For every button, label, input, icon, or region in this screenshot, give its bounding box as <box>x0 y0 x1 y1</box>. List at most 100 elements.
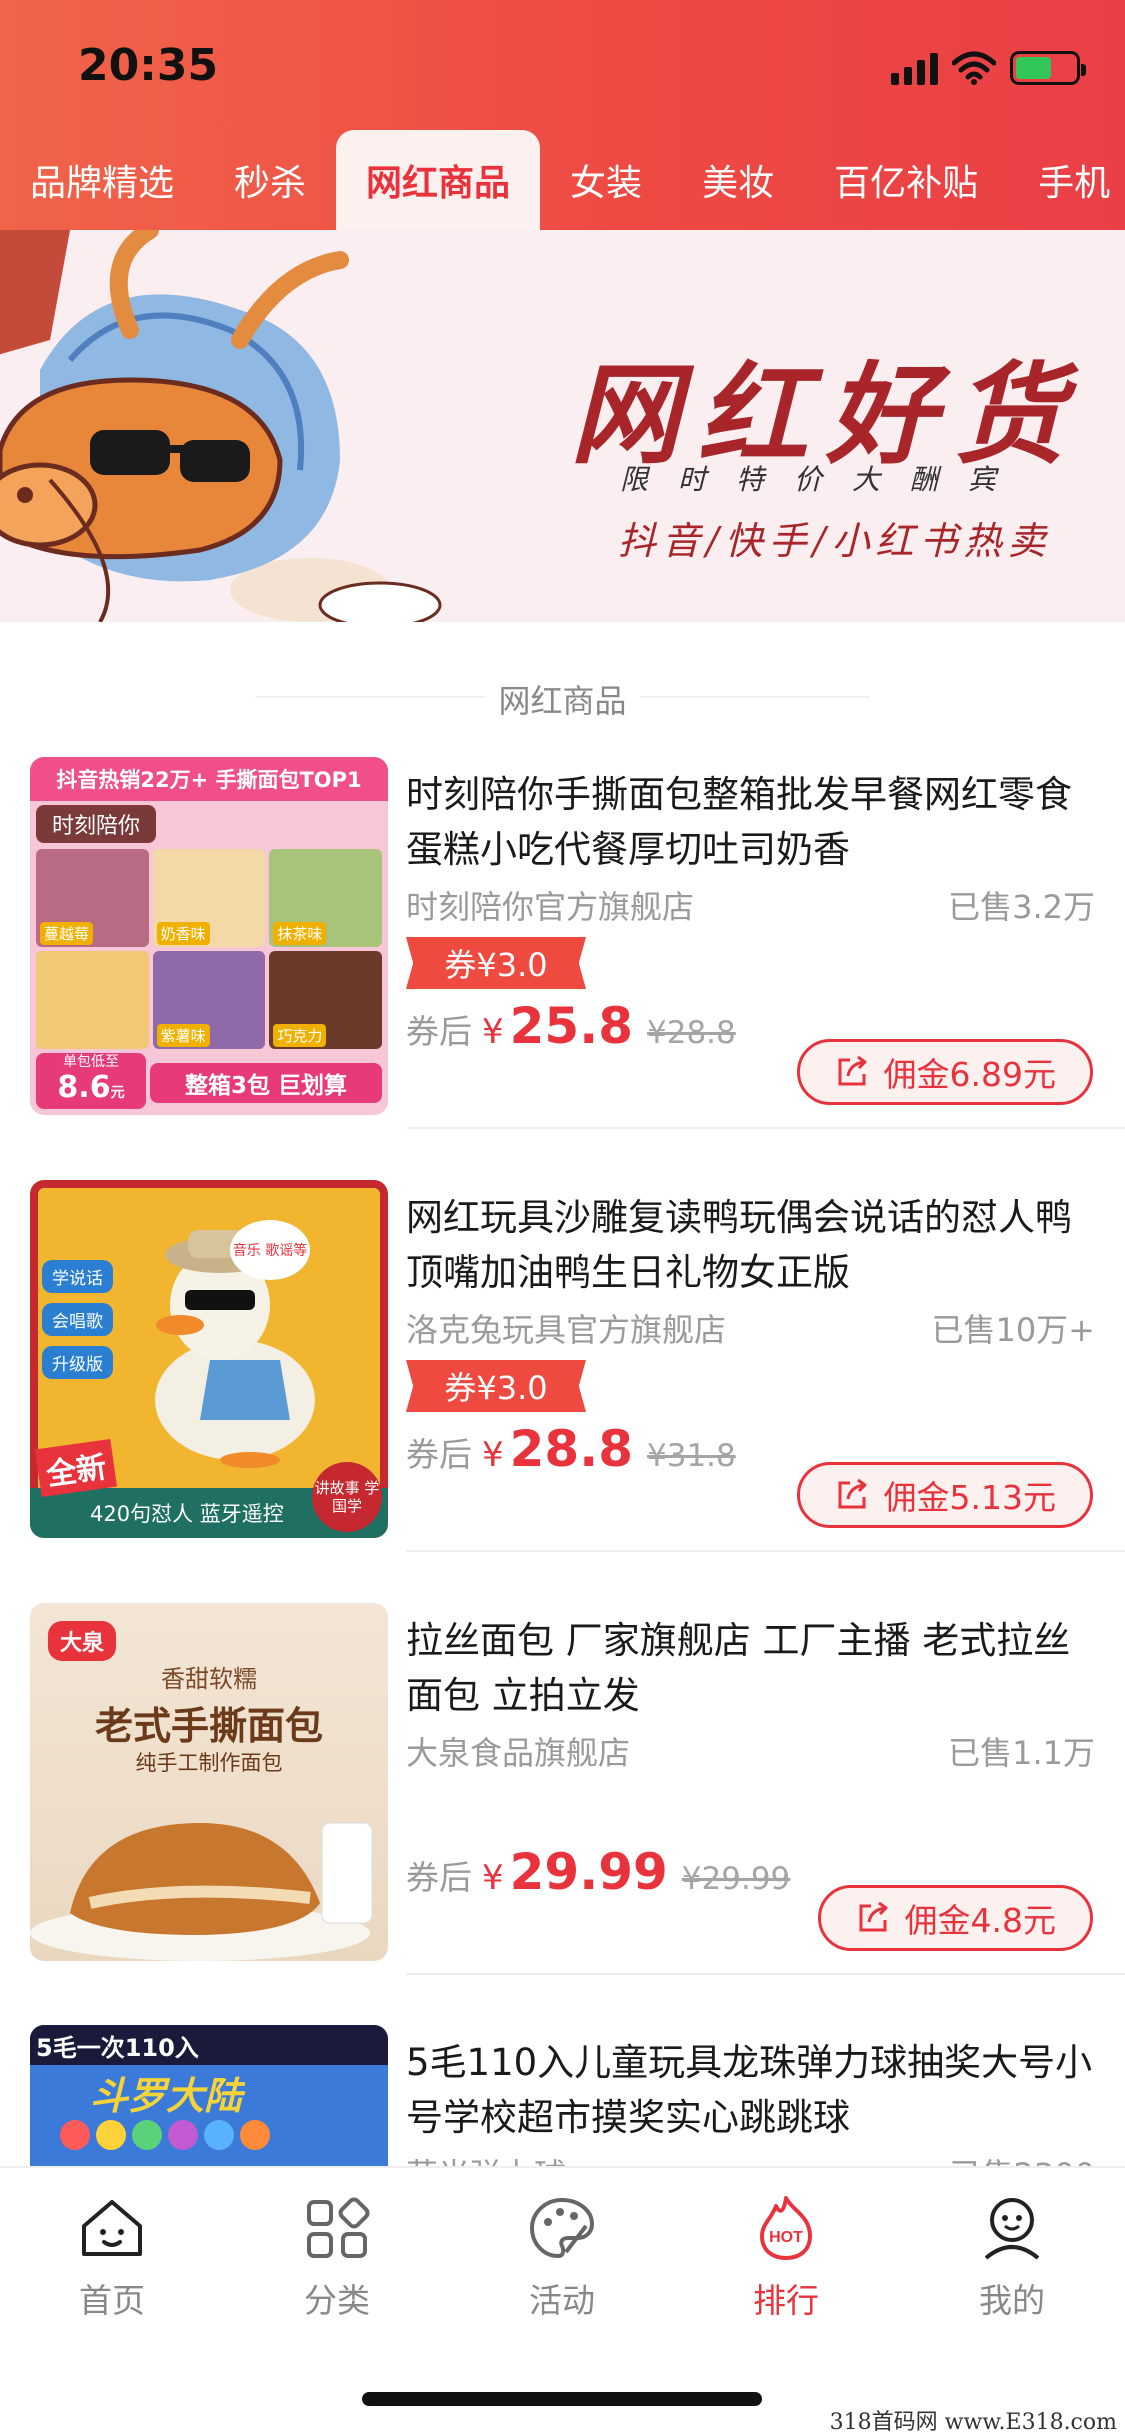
sold-count: 已售3.2万 <box>948 888 1095 926</box>
tab-trending-products[interactable]: 网红商品 <box>336 130 541 230</box>
dragon-illustration <box>0 230 442 622</box>
commission-share-button[interactable]: 佣金5.13元 <box>796 1462 1093 1528</box>
section-divider-right <box>640 696 870 698</box>
product-title[interactable]: 时刻陪你手撕面包整箱批发早餐网红零食蛋糕小吃代餐厚切吐司奶香 <box>406 767 1096 877</box>
nav-activity[interactable]: 活动 <box>482 2192 642 2322</box>
tab-beauty[interactable]: 美妆 <box>672 130 804 230</box>
shop-name: 洛克兔玩具官方旗舰店 <box>406 1311 727 1349</box>
nav-label: 排行 <box>753 2281 819 2320</box>
thumb-bottom-text: 420句怼人 蓝牙遥控 <box>90 1502 284 1526</box>
commission-share-button[interactable]: 佣金6.89元 <box>796 1039 1093 1105</box>
status-time: 20:35 <box>78 40 219 91</box>
product-image[interactable]: 学说话 会唱歌 升级版 音乐 歌谣等 全新 420句怼人 蓝牙遥控 讲故事 学国… <box>30 1180 388 1538</box>
product-card[interactable]: 学说话 会唱歌 升级版 音乐 歌谣等 全新 420句怼人 蓝牙遥控 讲故事 学国… <box>0 1180 1125 1580</box>
price-row: 券后 ¥ 25.8 ¥28.8 <box>406 997 736 1055</box>
corner-badge: 讲故事 学国学 <box>312 1462 382 1532</box>
tab-womens-clothing[interactable]: 女装 <box>540 130 672 230</box>
tab-flash-sale[interactable]: 秒杀 <box>204 130 336 230</box>
thumb-top-banner: 抖音热销22万+ 手撕面包TOP1 <box>30 757 388 801</box>
promo-left-label: 单包低至 <box>63 1054 119 1070</box>
product-divider <box>406 1127 1125 1129</box>
flavor-label: 紫薯味 <box>156 1024 210 1047</box>
price-row: 券后 ¥ 28.8 ¥31.8 <box>406 1420 736 1478</box>
section-header: 网红商品 <box>0 660 1125 730</box>
final-price: 29.99 <box>509 1843 668 1901</box>
hot-ranking-icon: HOT <box>760 2196 812 2260</box>
commission-label: 佣金4.8元 <box>904 1901 1056 1940</box>
product-title[interactable]: 拉丝面包 厂家旗舰店 工厂主播 老式拉丝面包 立拍立发 <box>406 1613 1096 1723</box>
thumb-line3: 纯手工制作面包 <box>135 1751 283 1775</box>
thumb-brand: 时刻陪你 <box>36 805 156 843</box>
svg-text:HOT: HOT <box>769 2229 803 2246</box>
price-label: 券后 <box>406 1858 472 1897</box>
currency-symbol: ¥ <box>482 1435 504 1475</box>
currency-symbol: ¥ <box>482 1858 504 1898</box>
price-label: 券后 <box>406 1435 472 1474</box>
final-price: 28.8 <box>509 1420 634 1478</box>
nav-label: 分类 <box>304 2281 370 2320</box>
commission-label: 佣金6.89元 <box>883 1055 1056 1094</box>
tab-phones[interactable]: 手机 <box>1008 130 1125 230</box>
shop-name: 荣光弹力球 <box>406 2150 566 2166</box>
banner-tagline: 抖音/快手/小红书热卖 <box>618 519 1052 563</box>
wifi-icon <box>952 51 996 85</box>
promo-unit: 元 <box>110 1085 125 1101</box>
original-price: ¥28.8 <box>647 1015 736 1051</box>
flavor-label: 抹茶味 <box>273 922 327 945</box>
signal-icon <box>891 51 938 85</box>
nav-label: 活动 <box>529 2281 595 2320</box>
header: 20:35 品牌精选 秒杀 网红商品 女装 美妆 百亿补贴 手机 <box>0 0 1125 230</box>
product-image[interactable]: 抖音热销22万+ 手撕面包TOP1 时刻陪你 蔓越莓 奶香味 抹茶味 紫薯味 巧… <box>30 757 388 1115</box>
flavor-label: 奶香味 <box>156 922 210 945</box>
thumb-title: 斗罗大陆 <box>90 2074 243 2118</box>
shop-name: 大泉食品旗舰店 <box>406 1734 631 1772</box>
flavor-label: 巧克力 <box>273 1024 327 1047</box>
final-price: 25.8 <box>509 997 634 1055</box>
sold-count: 已售1.1万 <box>948 1734 1095 1772</box>
currency-symbol: ¥ <box>482 1012 504 1052</box>
status-icons <box>891 48 1086 88</box>
tab-subsidy[interactable]: 百亿补贴 <box>804 130 1008 230</box>
product-image[interactable]: 大泉 香甜软糯 老式手撕面包 纯手工制作面包 <box>30 1603 388 1961</box>
category-tabs: 品牌精选 秒杀 网红商品 女装 美妆 百亿补贴 手机 <box>0 130 1125 230</box>
product-card[interactable]: 5毛一次110入 斗罗大陆 5毛110入儿童玩具龙珠弹力球抽奖大号小号学校超市摸… <box>0 2025 1125 2166</box>
palette-icon <box>529 2197 595 2259</box>
nav-category[interactable]: 分类 <box>257 2192 417 2322</box>
sold-count: 已售10万+ <box>931 1311 1095 1349</box>
bread-photo <box>30 1822 373 1961</box>
product-title[interactable]: 网红玩具沙雕复读鸭玩偶会说话的怼人鸭顶嘴加油鸭生日礼物女正版 <box>406 1190 1096 1300</box>
commission-label: 佣金5.13元 <box>883 1478 1056 1517</box>
original-price: ¥31.8 <box>647 1438 736 1474</box>
coupon-badge: 券¥3.0 <box>406 1360 586 1412</box>
speech-bubble: 音乐 歌谣等 <box>230 1220 310 1280</box>
product-divider <box>406 1550 1125 1552</box>
section-title: 网红商品 <box>498 682 627 720</box>
watermark: 318首码网 www.E318.com <box>829 2410 1117 2435</box>
share-icon <box>838 1055 867 1086</box>
home-face-icon <box>82 2200 142 2256</box>
nav-label: 首页 <box>79 2281 145 2320</box>
product-title[interactable]: 5毛110入儿童玩具龙珠弹力球抽奖大号小号学校超市摸奖实心跳跳球 <box>406 2035 1096 2145</box>
shop-name: 时刻陪你官方旗舰店 <box>406 888 695 926</box>
nav-home[interactable]: 首页 <box>32 2192 192 2322</box>
app-screen: 20:35 品牌精选 秒杀 网红商品 女装 美妆 百亿补贴 手机 网红好货 限时… <box>0 0 1125 2436</box>
original-price: ¥29.99 <box>681 1861 791 1897</box>
flavor-label: 蔓越莓 <box>40 922 94 945</box>
nav-ranking[interactable]: HOT 排行 <box>706 2192 866 2322</box>
promo-right-label: 整箱3包 巨划算 <box>150 1063 382 1103</box>
price-row: 券后 ¥ 29.99 ¥29.99 <box>406 1843 790 1901</box>
thumb-line2: 老式手撕面包 <box>94 1704 323 1748</box>
tab-brand-picks[interactable]: 品牌精选 <box>0 130 204 230</box>
commission-share-button[interactable]: 佣金4.8元 <box>817 1885 1093 1951</box>
product-card[interactable]: 大泉 香甜软糯 老式手撕面包 纯手工制作面包 拉丝面包 厂家旗舰店 工厂主播 老… <box>0 1603 1125 2003</box>
nav-profile[interactable]: 我的 <box>932 2192 1092 2322</box>
banner-subtitle: 限时特价大酬宾 <box>620 463 1027 496</box>
coupon-badge: 券¥3.0 <box>406 937 586 989</box>
product-image[interactable]: 5毛一次110入 斗罗大陆 <box>30 2025 388 2166</box>
feature-tag: 升级版 <box>42 1346 113 1379</box>
price-label: 券后 <box>406 1012 472 1051</box>
home-indicator[interactable] <box>362 2392 762 2406</box>
feature-tag: 学说话 <box>42 1260 113 1293</box>
product-card[interactable]: 抖音热销22万+ 手撕面包TOP1 时刻陪你 蔓越莓 奶香味 抹茶味 紫薯味 巧… <box>0 757 1125 1157</box>
promo-banner[interactable]: 网红好货 限时特价大酬宾 抖音/快手/小红书热卖 <box>0 230 1125 622</box>
